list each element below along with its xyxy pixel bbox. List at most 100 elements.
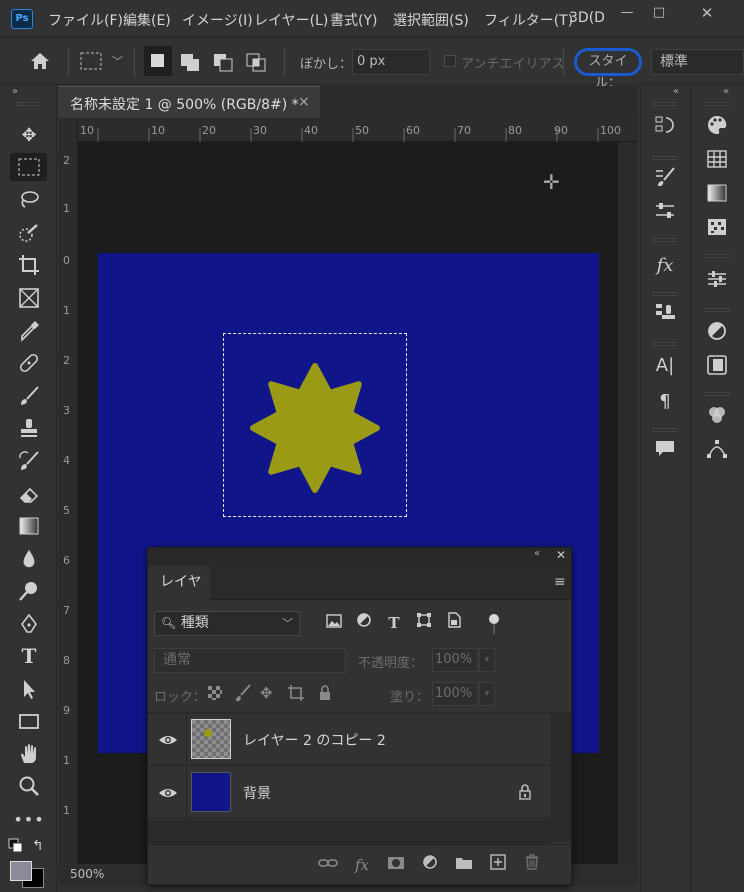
gradients-panel-button[interactable] — [699, 182, 735, 210]
menu-image[interactable]: イメージ(I) — [182, 10, 253, 30]
horizontal-ruler[interactable]: 10 10 20 30 40 50 60 70 80 90 100 — [78, 118, 638, 142]
menu-edit[interactable]: 編集(E) — [123, 10, 171, 30]
dock-grip[interactable] — [653, 238, 677, 242]
subtract-selection-icon[interactable] — [213, 52, 235, 76]
layers-panel-header[interactable]: « ✕ — [148, 548, 571, 566]
brush-tool[interactable] — [12, 382, 46, 410]
dock-grip[interactable] — [705, 308, 729, 312]
healing-tool[interactable] — [12, 349, 46, 377]
chevron-down-icon[interactable]: ﹀ — [112, 53, 123, 69]
default-colors-icon[interactable] — [8, 838, 24, 858]
filter-smart-object-icon[interactable] — [444, 612, 464, 634]
document-tab[interactable]: 名称未設定 1 @ 500% (RGB/8#) * × — [58, 86, 320, 118]
menu-3d[interactable]: 3D(D — [569, 10, 605, 26]
channels-panel-button[interactable] — [699, 404, 735, 432]
marquee-tool[interactable] — [10, 153, 47, 181]
intersect-selection-icon[interactable] — [246, 52, 268, 76]
collapse-dock-icon[interactable]: « — [673, 86, 679, 97]
move-tool[interactable]: ✥ — [12, 122, 46, 150]
path-select-tool[interactable] — [12, 675, 46, 703]
new-selection-button[interactable] — [144, 46, 172, 76]
styles-panel-button[interactable]: fx — [647, 252, 683, 280]
filter-pixel-icon[interactable] — [324, 612, 344, 634]
paths-panel-button[interactable] — [699, 438, 735, 466]
filter-adjustment-icon[interactable] — [354, 612, 374, 634]
add-selection-icon[interactable] — [180, 52, 202, 76]
lock-all-icon[interactable] — [318, 685, 332, 705]
selection-marquee[interactable] — [223, 333, 407, 517]
blend-mode-select[interactable]: 通常 — [154, 648, 346, 673]
close-tab-icon[interactable]: × — [298, 94, 310, 110]
fx-icon[interactable]: fx — [350, 853, 374, 877]
new-adjustment-layer-icon[interactable] — [418, 853, 442, 877]
eye-icon[interactable] — [158, 783, 178, 803]
collapse-toolbar-icon[interactable]: » — [12, 86, 18, 97]
delete-layer-icon[interactable] — [520, 853, 544, 877]
vertical-scrollbar[interactable] — [618, 142, 638, 864]
antialias-checkbox[interactable] — [444, 55, 456, 67]
dock-grip[interactable] — [653, 342, 677, 346]
tab-layers[interactable]: レイヤー — [148, 566, 210, 622]
menu-file[interactable]: ファイル(F) — [48, 10, 123, 30]
fill-input[interactable]: 100% — [432, 682, 478, 706]
lock-transparent-icon[interactable] — [208, 686, 222, 704]
more-tools-button[interactable]: ••• — [12, 806, 46, 834]
eye-icon[interactable] — [158, 730, 178, 750]
clone-source-button[interactable] — [647, 302, 683, 330]
dock-grip[interactable] — [653, 292, 677, 296]
menu-filter[interactable]: フィルター(T) — [484, 10, 573, 30]
paragraph-panel-button[interactable]: ¶ — [647, 388, 683, 416]
layer-list-scrollbar[interactable] — [551, 714, 571, 842]
frame-tool[interactable] — [12, 284, 46, 312]
dock-grip[interactable] — [653, 428, 677, 432]
dock-grip[interactable] — [653, 156, 677, 160]
collapse-panel-icon[interactable]: « — [534, 548, 540, 559]
dock-grip[interactable] — [705, 254, 729, 258]
history-panel-button[interactable] — [647, 114, 683, 142]
new-group-icon[interactable] — [452, 853, 476, 877]
link-layers-icon[interactable] — [316, 853, 340, 877]
stamp-tool[interactable] — [12, 414, 46, 442]
maximize-button[interactable]: □ — [644, 4, 674, 22]
adjust-panel-button[interactable] — [647, 200, 683, 228]
add-mask-icon[interactable] — [384, 853, 408, 877]
filter-shape-icon[interactable] — [414, 612, 434, 634]
marquee-preset-icon[interactable] — [80, 52, 102, 74]
close-panel-icon[interactable]: ✕ — [556, 548, 566, 562]
history-brush-tool[interactable] — [12, 447, 46, 475]
layer-row[interactable]: レイヤー 2 のコピー 2 — [148, 714, 551, 766]
blur-tool[interactable] — [12, 545, 46, 573]
brush-settings-button[interactable] — [647, 166, 683, 194]
opacity-dropdown[interactable]: ▾ — [479, 648, 495, 672]
color-panel-button[interactable] — [699, 114, 735, 142]
foreground-color-swatch[interactable] — [10, 861, 32, 881]
swap-colors-icon[interactable]: ↰ — [32, 838, 44, 854]
lock-position-icon[interactable]: ✥ — [260, 684, 273, 702]
character-panel-button[interactable]: A| — [647, 352, 683, 380]
comments-panel-button[interactable] — [647, 438, 683, 466]
lasso-tool[interactable] — [12, 186, 46, 214]
feather-input[interactable]: 0 px — [352, 49, 430, 75]
toolbar-grip[interactable] — [16, 102, 40, 106]
layer-name[interactable]: 背景 — [243, 783, 271, 803]
type-tool[interactable]: T — [12, 642, 46, 670]
patterns-panel-button[interactable] — [699, 216, 735, 244]
style-select[interactable]: 標準 — [651, 49, 744, 75]
panel-menu-icon[interactable]: ≡ — [554, 574, 566, 590]
collapse-dock-icon[interactable]: « — [723, 86, 729, 97]
dock-grip[interactable] — [705, 102, 729, 106]
new-layer-icon[interactable] — [486, 853, 510, 877]
adjustments-panel-button[interactable] — [699, 320, 735, 348]
properties-panel-button[interactable] — [699, 268, 735, 296]
zoom-level[interactable]: 500% — [70, 867, 104, 881]
eyedropper-tool[interactable] — [12, 317, 46, 345]
layer-name[interactable]: レイヤー 2 のコピー 2 — [243, 730, 386, 750]
rectangle-tool[interactable] — [12, 707, 46, 735]
swatches-panel-button[interactable] — [699, 148, 735, 176]
dock-grip[interactable] — [653, 102, 677, 106]
libraries-panel-button[interactable] — [699, 354, 735, 382]
gradient-tool[interactable] — [12, 512, 46, 540]
dodge-tool[interactable] — [12, 577, 46, 605]
fill-dropdown[interactable]: ▾ — [479, 682, 495, 706]
minimize-button[interactable]: — — [612, 4, 642, 22]
